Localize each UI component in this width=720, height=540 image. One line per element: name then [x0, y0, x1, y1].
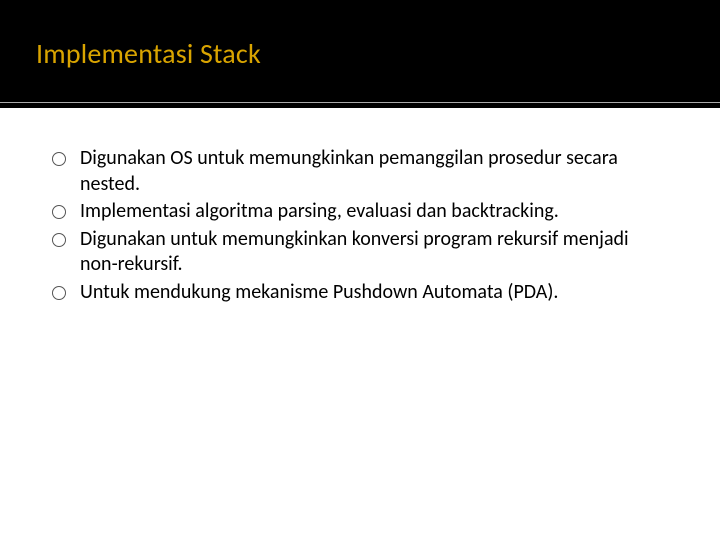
circle-bullet-icon — [52, 205, 66, 219]
list-item: Digunakan OS untuk memungkinkan pemanggi… — [52, 146, 668, 197]
list-item: Untuk mendukung mekanisme Pushdown Autom… — [52, 280, 668, 306]
circle-bullet-icon — [52, 152, 66, 166]
bullet-list: Digunakan OS untuk memungkinkan pemanggi… — [52, 146, 668, 306]
title-bar: Implementasi Stack — [0, 0, 720, 108]
title-underline — [0, 102, 720, 103]
slide-body: Digunakan OS untuk memungkinkan pemanggi… — [0, 108, 720, 306]
slide: Implementasi Stack Digunakan OS untuk me… — [0, 0, 720, 540]
bullet-text: Digunakan OS untuk memungkinkan pemanggi… — [80, 146, 668, 197]
bullet-text: Implementasi algoritma parsing, evaluasi… — [80, 199, 668, 225]
slide-title: Implementasi Stack — [36, 36, 261, 71]
list-item: Digunakan untuk memungkinkan konversi pr… — [52, 227, 668, 278]
circle-bullet-icon — [52, 233, 66, 247]
list-item: Implementasi algoritma parsing, evaluasi… — [52, 199, 668, 225]
circle-bullet-icon — [52, 286, 66, 300]
bullet-text: Untuk mendukung mekanisme Pushdown Autom… — [80, 280, 668, 306]
bullet-text: Digunakan untuk memungkinkan konversi pr… — [80, 227, 668, 278]
